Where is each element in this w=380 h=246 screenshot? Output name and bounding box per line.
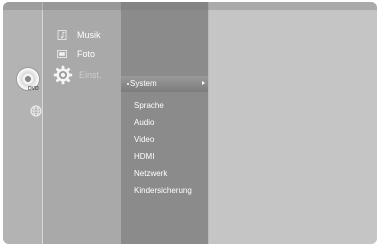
settings-panel: DVD Musik Foto Einst. System Sprache Aud…: [3, 2, 377, 244]
submenu-item-hdmi[interactable]: HDMI: [134, 152, 154, 161]
gear-icon: [53, 65, 73, 85]
globe-icon[interactable]: [30, 105, 42, 117]
menu-item-einst[interactable]: Einst.: [53, 65, 102, 85]
submenu-item-audio[interactable]: Audio: [134, 118, 154, 127]
menu-item-musik[interactable]: Musik: [57, 28, 101, 42]
submenu-item-netzwerk[interactable]: Netzwerk: [134, 169, 167, 178]
disc-label: DVD: [28, 86, 39, 92]
submenu-item-sprache[interactable]: Sprache: [134, 101, 164, 110]
selection-bullet-icon: [127, 83, 129, 85]
submenu-item-system[interactable]: System: [130, 79, 157, 88]
screen: DVD Musik Foto Einst. System Sprache Aud…: [0, 0, 380, 246]
menu-item-label: Einst.: [79, 70, 102, 80]
chevron-right-icon: [202, 81, 205, 85]
content-area: [209, 2, 377, 244]
source-column: [3, 2, 42, 244]
photo-icon: [57, 50, 67, 58]
top-band: [3, 2, 377, 10]
submenu-item-kindersicherung[interactable]: Kindersicherung: [134, 186, 192, 195]
menu-item-foto[interactable]: Foto: [57, 47, 95, 61]
menu-item-label: Foto: [77, 49, 96, 59]
menu-item-label: Musik: [77, 30, 101, 40]
submenu-item-video[interactable]: Video: [134, 135, 154, 144]
music-note-icon: [57, 30, 67, 40]
